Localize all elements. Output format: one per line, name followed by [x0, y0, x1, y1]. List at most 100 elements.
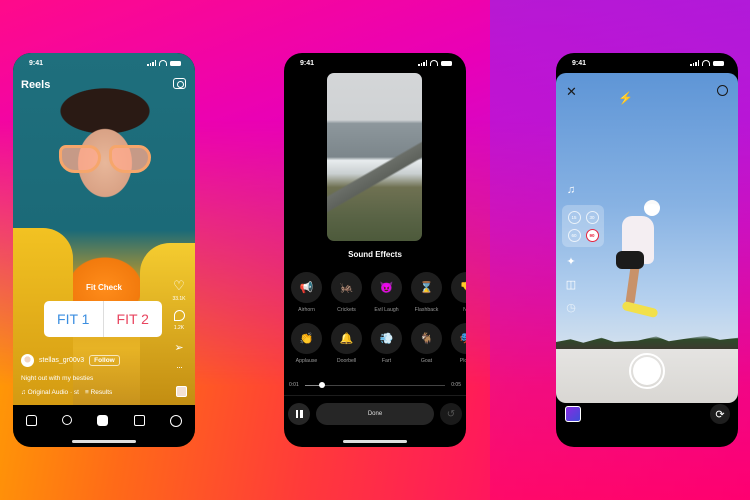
camera-tools: ♫	[564, 183, 578, 197]
poll-sticker: FIT 1 FIT 2	[44, 301, 162, 337]
wifi-icon	[702, 60, 710, 66]
like-count: 33.1K	[172, 296, 186, 302]
skater-figure	[625, 264, 640, 306]
sound-effect-item[interactable]: 😈 Evil Laugh	[371, 272, 402, 313]
playback-controls: Done ↺	[288, 403, 462, 425]
photo-glasses	[59, 145, 151, 175]
plot-twist-icon: 🎭	[451, 323, 466, 354]
status-icons	[418, 60, 452, 66]
flashback-icon: ⌛	[411, 272, 442, 303]
avatar[interactable]	[21, 354, 34, 367]
sound-effect-item[interactable]: 💨 Fart	[371, 323, 402, 364]
like-icon[interactable]: ♡	[173, 279, 185, 292]
pause-button[interactable]	[288, 403, 310, 425]
sound-effect-label: Goat	[420, 358, 433, 364]
home-icon[interactable]	[25, 415, 37, 426]
applause-icon: 👏	[291, 323, 322, 354]
sound-effect-label: Crickets	[337, 307, 356, 313]
duration-picker: 15 30 60 90	[562, 205, 604, 247]
divider	[284, 395, 466, 396]
share-icon[interactable]: ➢	[174, 341, 183, 354]
sound-effect-label: Plot T	[459, 358, 466, 364]
battery-icon	[713, 60, 724, 66]
battery-icon	[170, 60, 181, 66]
wifi-icon	[430, 60, 438, 66]
fart-icon: 💨	[371, 323, 402, 354]
comment-count: 1.2K	[173, 325, 185, 331]
crickets-icon: 🦗	[331, 272, 362, 303]
audio-link[interactable]: ♫ Original Audio · st	[21, 389, 79, 396]
camera-icon[interactable]	[173, 78, 186, 89]
playback-scrubber: 0:01 0:05	[289, 382, 461, 388]
gallery-button[interactable]	[565, 406, 581, 422]
sound-effect-item[interactable]: 🎭 Plot T	[451, 323, 466, 364]
status-bar: 9:41	[13, 53, 195, 73]
skater-figure	[644, 200, 660, 216]
more-icon[interactable]: ···	[176, 362, 183, 372]
settings-icon[interactable]	[717, 85, 728, 96]
timer-icon[interactable]: ◷	[564, 300, 578, 314]
sound-effect-item[interactable]: 🔔 Doorbell	[331, 323, 362, 364]
sound-effect-item[interactable]: 📢 Airhorn	[291, 272, 322, 313]
music-icon[interactable]: ♫	[564, 183, 578, 197]
flash-off-icon[interactable]: ⚡	[618, 91, 633, 105]
sound-effect-label: Evil Laugh	[374, 307, 399, 313]
page-title: Reels	[21, 79, 51, 91]
signal-icon	[418, 60, 427, 66]
skateboard	[621, 300, 659, 319]
sound-effect-item[interactable]: 👏 Applause	[291, 323, 322, 364]
sound-effect-item[interactable]: 👎 No	[451, 272, 466, 313]
scrubber-handle[interactable]	[318, 382, 325, 388]
phone-camera: 9:41 ✕ ⚡ ♫ 15 30 60 90 ✦ ◫ ◷ ⟳	[556, 53, 738, 447]
doorbell-icon: 🔔	[331, 323, 362, 354]
status-bar: 9:41	[284, 53, 466, 73]
phone-reels: 9:41 Reels Fit Check FIT 1 FIT 2 ♡ 33.1K…	[13, 53, 195, 447]
close-icon[interactable]: ✕	[566, 84, 577, 100]
sound-effect-item[interactable]: ⌛ Flashback	[411, 272, 442, 313]
follow-button[interactable]: Follow	[89, 355, 120, 366]
undo-button[interactable]: ↺	[440, 403, 462, 425]
results-link[interactable]: ≡ Results	[85, 389, 112, 396]
duration-option[interactable]: 15	[567, 210, 581, 224]
layout-icon[interactable]: ◫	[564, 277, 578, 291]
home-indicator	[343, 440, 407, 443]
sound-effect-label: Airhorn	[298, 307, 315, 313]
done-button[interactable]: Done	[316, 403, 434, 425]
reels-icon[interactable]	[97, 415, 109, 426]
signal-icon	[147, 60, 156, 66]
sound-effects-grid: 📢 Airhorn 🦗 Crickets 😈 Evil Laugh ⌛ Flashbac…	[291, 272, 466, 364]
shop-icon[interactable]	[133, 415, 145, 426]
comment-icon[interactable]	[173, 310, 185, 321]
undo-icon: ↺	[446, 408, 456, 420]
pause-icon-bar	[300, 410, 303, 418]
flip-camera-button[interactable]: ⟳	[710, 404, 730, 424]
status-bar: 9:41	[556, 53, 738, 73]
sound-effect-label: Fart	[381, 358, 392, 364]
sound-effect-item[interactable]: 🐐 Goat	[411, 323, 442, 364]
duration-option[interactable]: 30	[585, 210, 599, 224]
status-icons	[147, 60, 181, 66]
current-time: 0:01	[289, 382, 299, 388]
reel-actions: ♡ 33.1K 1.2K ➢ ···	[169, 279, 189, 372]
duration-option-selected[interactable]: 90	[585, 228, 599, 242]
profile-icon[interactable]	[170, 415, 183, 427]
scrubber-track[interactable]	[304, 382, 446, 388]
sound-effect-label: No	[463, 307, 466, 313]
duration-option[interactable]: 60	[567, 228, 581, 242]
video-preview	[327, 73, 422, 241]
poll-option-1[interactable]: FIT 1	[44, 301, 104, 337]
camera-tools-lower: ✦ ◫ ◷	[564, 254, 578, 314]
effects-icon[interactable]: ✦	[564, 254, 578, 268]
results-label: Results	[90, 389, 113, 396]
wifi-icon	[159, 60, 167, 66]
record-button[interactable]	[629, 353, 665, 389]
viewfinder-trees	[556, 335, 738, 349]
audio-thumbnail[interactable]	[176, 386, 187, 397]
username[interactable]: stellas_gr00v3	[39, 357, 84, 364]
battery-icon	[441, 60, 452, 66]
poll-option-2[interactable]: FIT 2	[104, 301, 163, 337]
evil-laugh-icon: 😈	[371, 272, 402, 303]
search-icon[interactable]	[62, 415, 73, 425]
sound-effect-item[interactable]: 🦗 Crickets	[331, 272, 362, 313]
status-time: 9:41	[29, 59, 44, 67]
